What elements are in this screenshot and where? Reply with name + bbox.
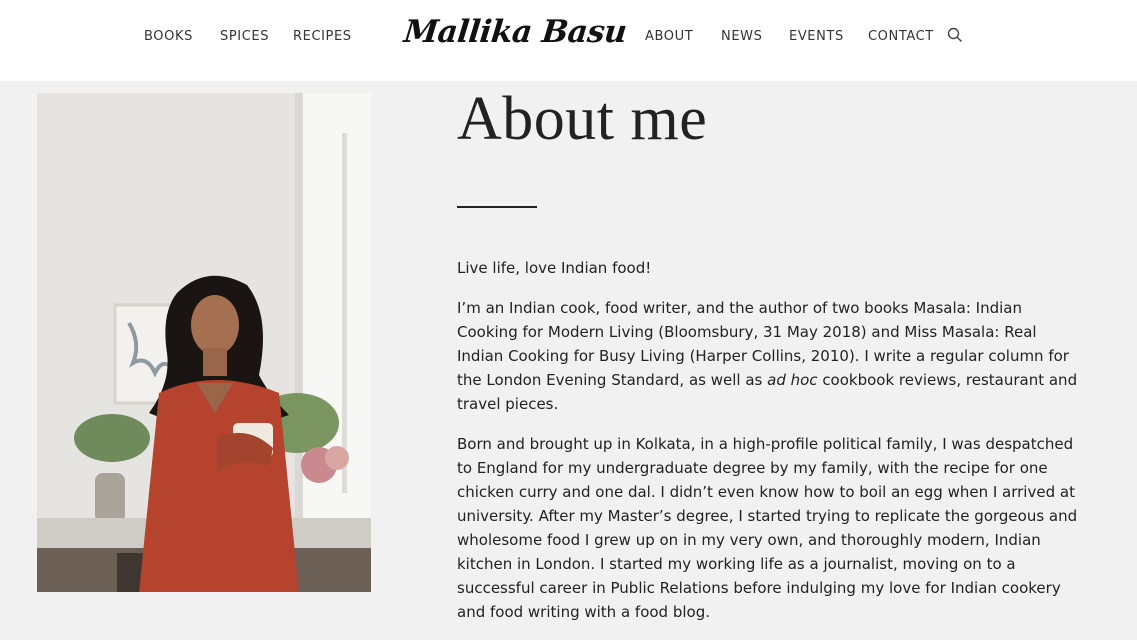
background-paragraph: Born and brought up in Kolkata, in a hig… xyxy=(457,435,1078,621)
page-title: About me xyxy=(457,85,708,153)
search-icon[interactable] xyxy=(947,27,963,43)
nav-spices[interactable]: SPICES xyxy=(220,29,269,45)
site-header: BOOKS SPICES RECIPES Mallika Basu ABOUT … xyxy=(0,0,1137,81)
nav-books[interactable]: BOOKS xyxy=(144,29,193,45)
title-divider xyxy=(457,206,537,208)
tagline: Live life, love Indian food! xyxy=(457,259,652,277)
nav-recipes[interactable]: RECIPES xyxy=(293,29,352,45)
about-content: Live life, love Indian food! I’m an Indi… xyxy=(457,256,1087,640)
intro-paragraph: I’m an Indian cook, food writer, and the… xyxy=(457,296,1087,416)
nav-events[interactable]: EVENTS xyxy=(789,29,844,45)
nav-contact[interactable]: CONTACT xyxy=(868,29,934,45)
intro-text-emphasis: ad hoc xyxy=(767,371,818,389)
nav-about[interactable]: ABOUT xyxy=(645,29,693,45)
author-portrait-photo xyxy=(37,93,371,592)
site-logo[interactable]: Mallika Basu xyxy=(402,14,628,50)
nav-news[interactable]: NEWS xyxy=(721,29,762,45)
